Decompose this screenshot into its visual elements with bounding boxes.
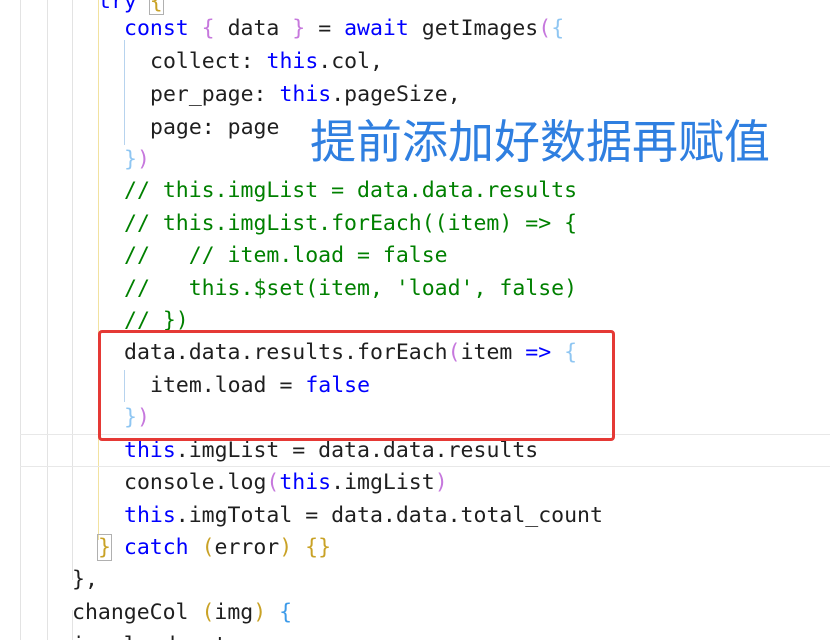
code-token: this	[124, 438, 176, 463]
code-token: error	[214, 535, 280, 560]
code-line[interactable]: } catch (error) {}	[97, 531, 830, 564]
code-token: await	[344, 16, 422, 41]
code-token: // this.imgList = data.data.results	[124, 178, 578, 203]
code-token: {	[279, 600, 293, 625]
indent-guide	[124, 40, 125, 145]
code-line[interactable]: // this.imgList.forEach((item) => {	[124, 207, 830, 240]
code-token: =	[318, 16, 345, 41]
indent-guide	[47, 0, 48, 640]
code-token: }	[124, 147, 137, 172]
code-token: .imgList = data.data.results	[175, 438, 539, 463]
annotation-text: 提前添加好数据再赋值	[310, 115, 770, 169]
code-token: {	[551, 16, 565, 41]
code-token: // // item.load = false	[124, 243, 448, 268]
code-token: )	[279, 535, 306, 560]
code-token: this	[266, 49, 319, 74]
code-token: const	[124, 16, 202, 41]
code-token: img	[214, 600, 254, 625]
code-token: this	[279, 470, 332, 495]
indent-guide	[20, 0, 21, 640]
code-token: },	[72, 567, 98, 592]
code-token: )	[434, 470, 448, 495]
code-token: )	[136, 147, 150, 172]
code-line[interactable]: collect: this.col,	[150, 45, 830, 78]
code-line[interactable]: // this.imgList = data.data.results	[124, 174, 830, 207]
indent-guide	[72, 0, 73, 580]
code-token: collect:	[150, 49, 267, 74]
code-token: .imgList	[331, 470, 435, 495]
highlight-box	[98, 330, 615, 441]
code-token: .pageSize,	[331, 82, 461, 107]
code-token: data	[227, 16, 293, 41]
code-token: {}	[305, 535, 332, 560]
code-token: {	[201, 16, 228, 41]
code-line[interactable]: this.imgTotal = data.data.total_count	[124, 499, 830, 532]
code-line[interactable]: },	[72, 563, 830, 596]
code-token: }	[292, 16, 319, 41]
code-line[interactable]: // // item.load = false	[124, 239, 830, 272]
code-token: (	[201, 600, 215, 625]
code-token: // this.imgList.forEach((item) => {	[124, 211, 578, 236]
code-token: (	[201, 535, 215, 560]
code-token: page: page	[150, 115, 280, 140]
code-token: catch	[110, 535, 202, 560]
code-token: (	[266, 470, 280, 495]
code-token: .col,	[318, 49, 384, 74]
code-token: console.log	[124, 470, 267, 495]
code-token: getImages	[421, 16, 539, 41]
code-token: // this.$set(item, 'load', false)	[124, 276, 578, 301]
code-token: .imgTotal = data.data.total_count	[175, 503, 603, 528]
code-line[interactable]: per_page: this.pageSize,	[150, 78, 830, 111]
code-token: img.load = true	[72, 633, 266, 640]
code-line[interactable]: // this.$set(item, 'load', false)	[124, 272, 830, 305]
code-line[interactable]: const { data } = await getImages({	[124, 12, 830, 45]
code-editor[interactable]: try {const { data } = await getImages({c…	[0, 0, 830, 640]
code-token: )	[253, 600, 280, 625]
code-line[interactable]: console.log(this.imgList)	[124, 466, 830, 499]
code-token: per_page:	[150, 82, 280, 107]
code-line[interactable]: img.load = true	[72, 629, 830, 640]
code-token: changeCol	[72, 600, 202, 625]
code-token: this	[124, 503, 176, 528]
code-token: (	[538, 16, 552, 41]
code-line[interactable]: changeCol (img) {	[72, 596, 830, 629]
code-token: }	[97, 534, 112, 561]
code-token: this	[279, 82, 332, 107]
